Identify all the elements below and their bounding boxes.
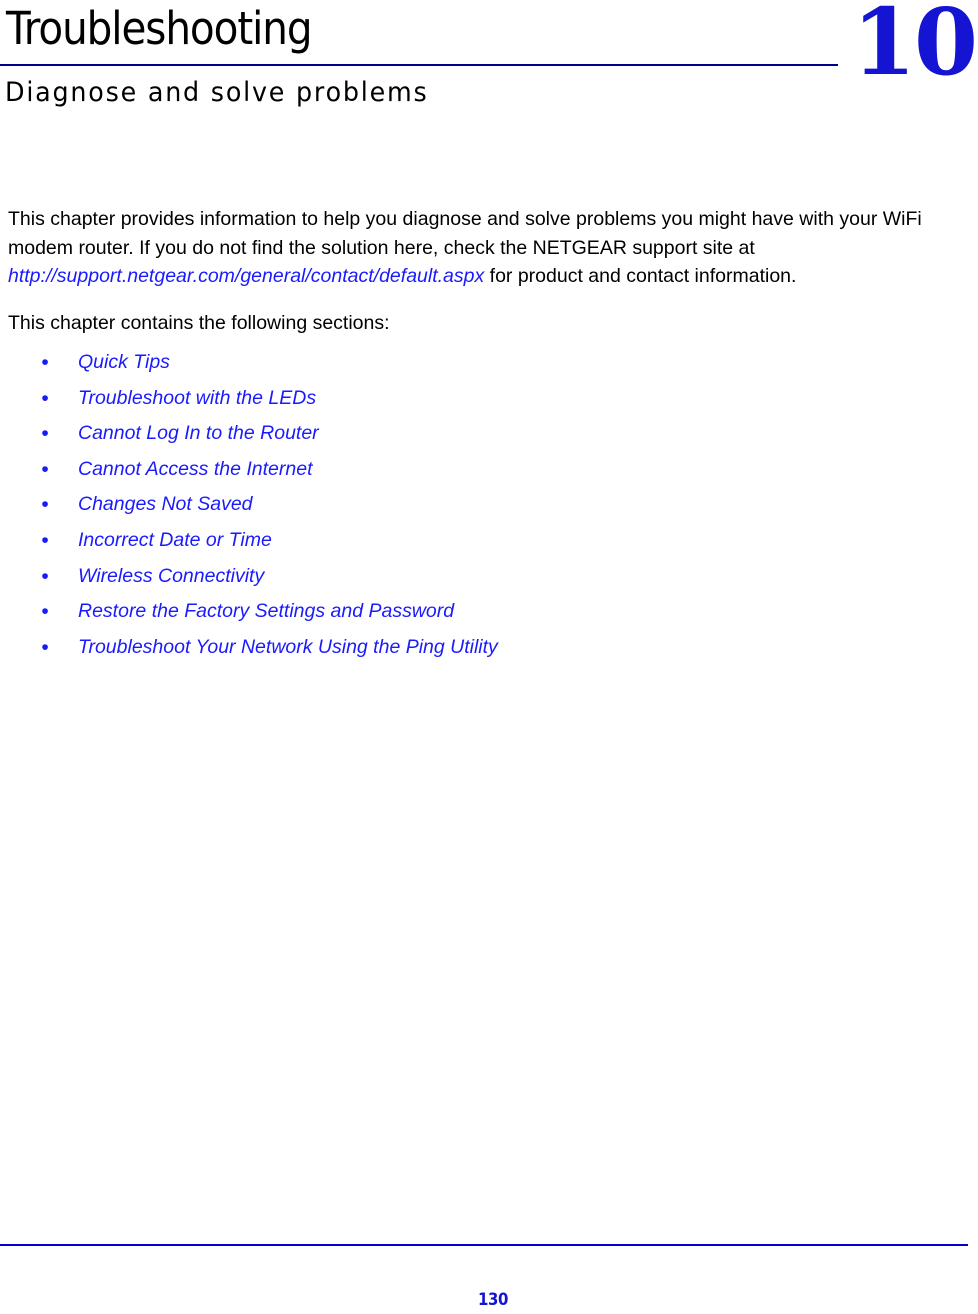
bullet-icon: • bbox=[41, 422, 49, 446]
support-site-link[interactable]: http://support.netgear.com/general/conta… bbox=[8, 265, 484, 287]
header-divider bbox=[0, 64, 838, 66]
page-content: This chapter provides information to hel… bbox=[8, 205, 970, 665]
list-item: • Restore the Factory Settings and Passw… bbox=[8, 594, 970, 630]
document-page: Troubleshooting Diagnose and solve probl… bbox=[0, 0, 978, 1314]
bullet-icon: • bbox=[41, 493, 49, 517]
page-footer: 130 bbox=[0, 1240, 978, 1314]
list-item: • Cannot Log In to the Router bbox=[8, 416, 970, 452]
bullet-icon: • bbox=[41, 457, 49, 481]
list-item: • Incorrect Date or Time bbox=[8, 523, 970, 559]
list-item: • Troubleshoot with the LEDs bbox=[8, 381, 970, 417]
bullet-icon: • bbox=[41, 528, 49, 552]
list-item: • Quick Tips bbox=[8, 345, 970, 381]
intro-text-after-link: for product and contact information. bbox=[484, 265, 797, 287]
section-link-ping-utility[interactable]: Troubleshoot Your Network Using the Ping… bbox=[78, 636, 498, 658]
section-link-troubleshoot-leds[interactable]: Troubleshoot with the LEDs bbox=[78, 387, 316, 409]
section-link-cannot-log-in[interactable]: Cannot Log In to the Router bbox=[78, 422, 319, 444]
bullet-icon: • bbox=[41, 635, 49, 659]
footer-divider bbox=[0, 1244, 968, 1246]
page-title: Troubleshooting bbox=[6, 2, 313, 55]
intro-text-before-link: This chapter provides information to hel… bbox=[8, 208, 922, 259]
section-link-cannot-access-internet[interactable]: Cannot Access the Internet bbox=[78, 458, 313, 480]
chapter-number: 10 bbox=[851, 0, 978, 96]
bullet-icon: • bbox=[41, 386, 49, 410]
section-link-incorrect-date-time[interactable]: Incorrect Date or Time bbox=[78, 529, 272, 551]
page-number: 130 bbox=[478, 1290, 508, 1310]
list-item: • Troubleshoot Your Network Using the Pi… bbox=[8, 630, 970, 666]
section-link-changes-not-saved[interactable]: Changes Not Saved bbox=[78, 493, 253, 515]
chapter-header: Troubleshooting Diagnose and solve probl… bbox=[0, 0, 978, 140]
intro-paragraph: This chapter provides information to hel… bbox=[8, 205, 970, 291]
list-item: • Cannot Access the Internet bbox=[8, 452, 970, 488]
bullet-icon: • bbox=[41, 351, 49, 374]
list-item: • Changes Not Saved bbox=[8, 487, 970, 523]
list-item: • Wireless Connectivity bbox=[8, 559, 970, 595]
sections-intro-text: This chapter contains the following sect… bbox=[8, 311, 390, 334]
chapter-subtitle: Diagnose and solve problems bbox=[5, 77, 429, 108]
section-link-wireless-connectivity[interactable]: Wireless Connectivity bbox=[78, 565, 264, 587]
section-link-restore-factory-settings[interactable]: Restore the Factory Settings and Passwor… bbox=[78, 600, 454, 622]
section-link-quick-tips[interactable]: Quick Tips bbox=[78, 351, 170, 373]
section-link-list: • Quick Tips • Troubleshoot with the LED… bbox=[8, 345, 970, 665]
bullet-icon: • bbox=[41, 600, 49, 624]
bullet-icon: • bbox=[41, 564, 49, 588]
